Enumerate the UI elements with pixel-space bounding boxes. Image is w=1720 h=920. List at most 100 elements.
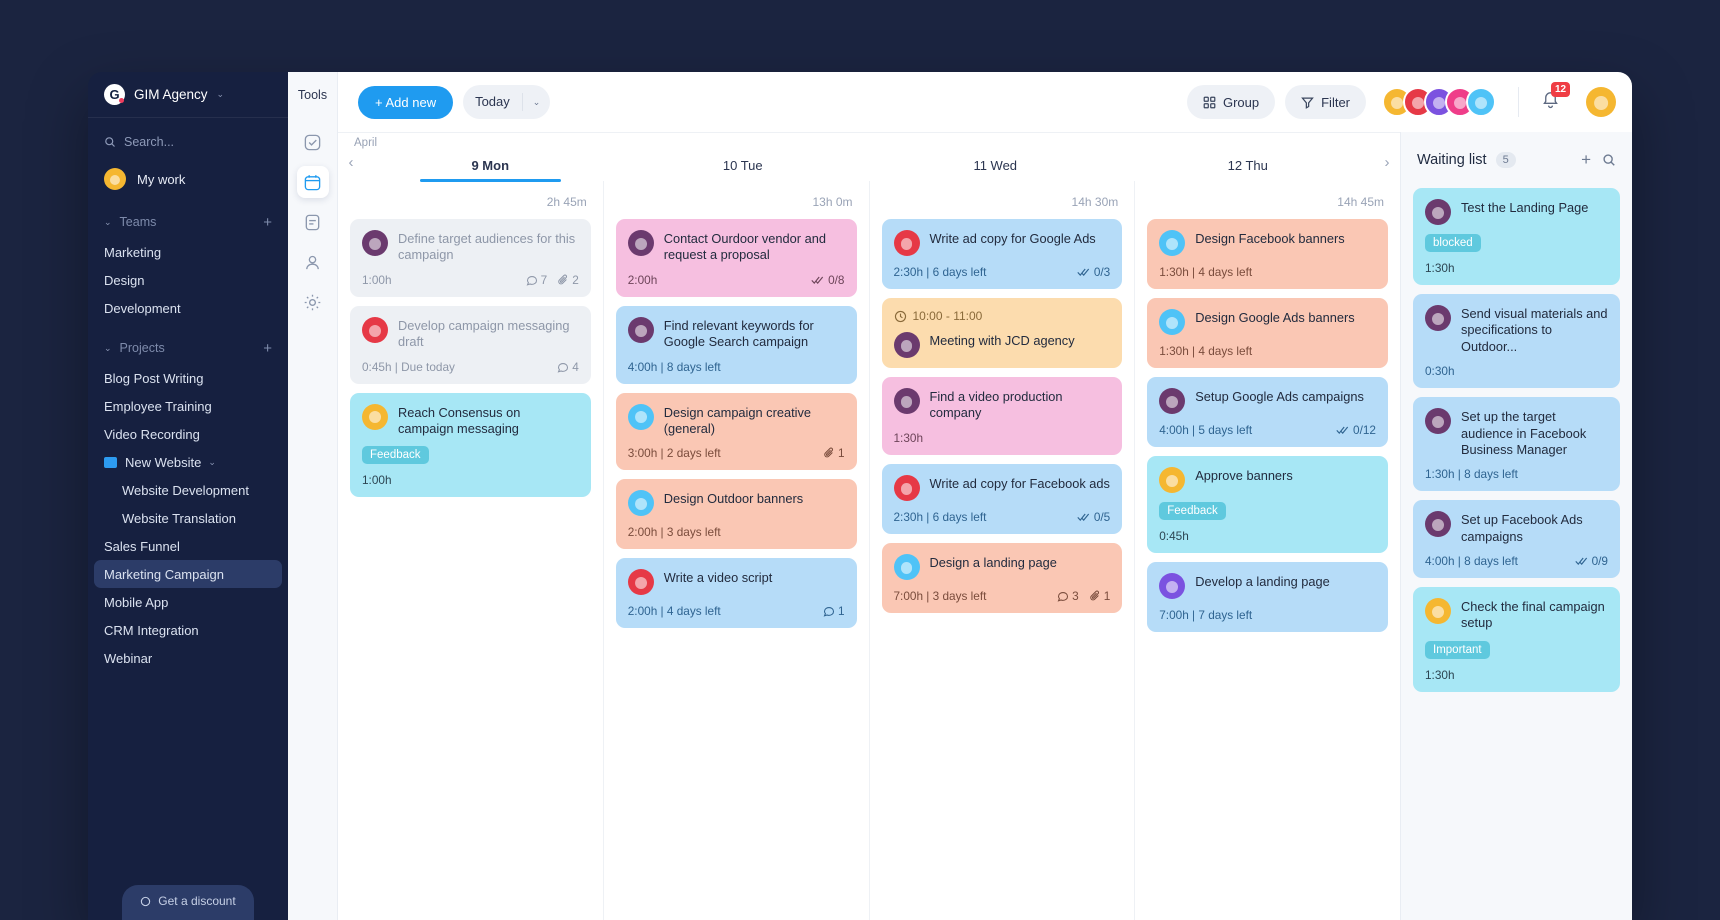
card-meta: 1:30h (1425, 261, 1455, 275)
card-header: Set up Facebook Ads campaigns (1425, 511, 1608, 545)
task-card[interactable]: Design campaign creative (general) 3:00h … (615, 392, 857, 471)
sidebar-item-project[interactable]: Blog Post Writing (88, 364, 288, 392)
waiting-list-card[interactable]: Set up the target audience in Facebook B… (1413, 397, 1620, 492)
workspace-switcher[interactable]: G GIM Agency ⌄ (88, 72, 288, 118)
filter-button[interactable]: Filter (1285, 85, 1366, 119)
sidebar-section-teams[interactable]: ⌄ Teams + (88, 206, 288, 238)
sidebar-item-project[interactable]: Website Development (88, 476, 288, 504)
discount-button[interactable]: Get a discount (122, 885, 254, 920)
sidebar-search[interactable]: Search... (88, 122, 288, 162)
card-footer: 7:00h | 3 days left 3 1 (894, 589, 1111, 603)
add-project-button[interactable]: + (263, 341, 272, 356)
group-button[interactable]: Group (1186, 85, 1276, 119)
sidebar-item-my-work[interactable]: My work (88, 162, 288, 196)
card-footer: 1:00h 7 2 (362, 273, 579, 287)
tasks-icon[interactable] (297, 126, 329, 158)
waiting-list-card[interactable]: Test the Landing Page blocked 1:30h (1413, 188, 1620, 285)
task-card[interactable]: Contact Ourdoor vendor and request a pro… (615, 219, 857, 297)
avatar (893, 230, 920, 256)
task-card[interactable]: Write a video script 2:00h | 4 days left 1 (615, 558, 857, 629)
avatar (1159, 573, 1186, 599)
card-icons: 0/9 (1574, 554, 1608, 568)
waiting-list-card[interactable]: Set up Facebook Ads campaigns 4:00h | 8 d… (1413, 500, 1620, 578)
day-column-9-mon[interactable]: 2h 45m Define target audiences for this … (338, 181, 604, 920)
day-tab-10-tue[interactable]: 10 Tue (617, 158, 870, 181)
sidebar-item-project[interactable]: Mobile App (88, 588, 288, 616)
sidebar-item-team[interactable]: Development (88, 294, 288, 322)
add-waiting-task-button[interactable]: + (1581, 151, 1591, 168)
task-card[interactable]: Setup Google Ads campaigns 4:00h | 5 days… (1147, 377, 1388, 447)
waiting-list-card[interactable]: Send visual materials and specifications… (1413, 294, 1620, 389)
task-card[interactable]: 10:00 - 11:00 Meeting with JCD agency (881, 298, 1123, 368)
day-column-11-wed[interactable]: 14h 30m Write ad copy for Google Ads 2:30… (870, 181, 1136, 920)
card-checklist: 0/9 (1574, 554, 1608, 568)
day-tab-11-wed[interactable]: 11 Wed (869, 158, 1122, 181)
contacts-icon[interactable] (297, 246, 329, 278)
today-button[interactable]: Today ⌄ (463, 85, 551, 119)
notification-badge: 12 (1551, 82, 1571, 97)
notifications-button[interactable]: 12 (1541, 82, 1571, 114)
card-icons: 0/8 (811, 273, 845, 287)
member-avatars[interactable] (1382, 87, 1496, 117)
task-card[interactable]: Design Facebook banners 1:30h | 4 days le… (1147, 219, 1388, 289)
card-header: Find a video production company (893, 388, 1111, 422)
card-header: Check the final campaign setup (1425, 598, 1608, 632)
card-header: Reach Consensus on campaign messaging (362, 403, 579, 438)
card-footer: 0:45h (1159, 529, 1376, 543)
sidebar-item-project[interactable]: Video Recording (88, 420, 288, 448)
board: April ‹ 9 Mon 10 Tue 11 Wed 12 Thu › 2h … (338, 132, 1632, 920)
task-card[interactable]: Develop campaign messaging draft 0:45h | … (350, 305, 591, 384)
card-title: Send visual materials and specifications… (1461, 306, 1608, 354)
prev-week-button[interactable]: ‹ (338, 154, 364, 181)
card-footer: 2:30h | 6 days left 0/3 (894, 265, 1111, 279)
day-tab-9-mon[interactable]: 9 Mon (364, 158, 617, 182)
task-card[interactable]: Write ad copy for Google Ads 2:30h | 6 da… (881, 219, 1123, 289)
task-card[interactable]: Develop a landing page 7:00h | 7 days lef… (1147, 562, 1388, 632)
task-card[interactable]: Design Google Ads banners 1:30h | 4 days … (1147, 298, 1388, 368)
sidebar-item-project[interactable]: Sales Funnel (88, 532, 288, 560)
task-card[interactable]: Design a landing page 7:00h | 3 days left… (881, 542, 1123, 613)
avatar (104, 168, 126, 190)
card-title: Design Outdoor banners (663, 491, 804, 507)
task-card[interactable]: Find relevant keywords for Google Search… (615, 305, 857, 384)
task-card[interactable]: Define target audiences for this campaig… (350, 219, 591, 297)
sidebar-item-project-active[interactable]: Marketing Campaign (94, 560, 282, 588)
task-card[interactable]: Find a video production company 1:30h (881, 377, 1123, 455)
card-meta: 4:00h | 8 days left (627, 359, 721, 374)
card-footer: 1:30h | 8 days left (1425, 467, 1608, 481)
sidebar-item-project[interactable]: Webinar (88, 644, 288, 672)
card-meta: 4:00h | 8 days left (1425, 554, 1518, 568)
chevron-down-icon[interactable]: ⌄ (523, 97, 551, 108)
sidebar-item-project[interactable]: Website Translation (88, 504, 288, 532)
user-avatar[interactable] (1586, 87, 1616, 117)
waiting-list-card[interactable]: Check the final campaign setup Important 1… (1413, 587, 1620, 692)
task-card[interactable]: Write ad copy for Facebook ads 2:30h | 6 … (881, 463, 1123, 534)
add-new-button[interactable]: + Add new (358, 85, 454, 119)
chevron-down-icon[interactable]: ⌄ (208, 457, 216, 468)
sidebar-item-team[interactable]: Design (88, 266, 288, 294)
sidebar-section-projects[interactable]: ⌄ Projects + (88, 332, 288, 364)
day-cards: Define target audiences for this campaig… (350, 219, 591, 506)
add-team-button[interactable]: + (263, 215, 272, 230)
card-title: Develop a landing page (1195, 574, 1330, 589)
day-tab-12-thu[interactable]: 12 Thu (1122, 158, 1375, 181)
search-icon[interactable] (1602, 153, 1616, 167)
next-week-button[interactable]: › (1374, 154, 1400, 181)
calendar-icon[interactable] (296, 166, 329, 198)
sidebar-item-project[interactable]: CRM Integration (88, 616, 288, 644)
sidebar-item-team[interactable]: Marketing (88, 238, 288, 266)
day-column-12-thu[interactable]: 14h 45m Design Facebook banners 1:30h | 4… (1135, 181, 1400, 920)
task-card[interactable]: Reach Consensus on campaign messaging Fee… (350, 392, 591, 498)
task-card[interactable]: Approve banners Feedback 0:45h (1147, 456, 1388, 553)
settings-icon[interactable] (297, 286, 329, 318)
card-meta: 1:30h (893, 430, 924, 445)
sidebar-item-project-folder[interactable]: New Website ⌄ (88, 448, 288, 476)
sidebar-item-project[interactable]: Employee Training (88, 392, 288, 420)
card-title: Approve banners (1195, 468, 1293, 483)
chevron-down-icon: ⌄ (216, 89, 225, 99)
document-icon[interactable] (297, 206, 329, 238)
app-window: G GIM Agency ⌄ Search... My work ⌄ Teams… (88, 72, 1632, 920)
task-card[interactable]: Design Outdoor banners 2:00h | 3 days lef… (615, 479, 857, 550)
day-column-10-tue[interactable]: 13h 0m Contact Ourdoor vendor and reques… (604, 181, 870, 920)
sidebar-search-label: Search... (124, 135, 175, 149)
